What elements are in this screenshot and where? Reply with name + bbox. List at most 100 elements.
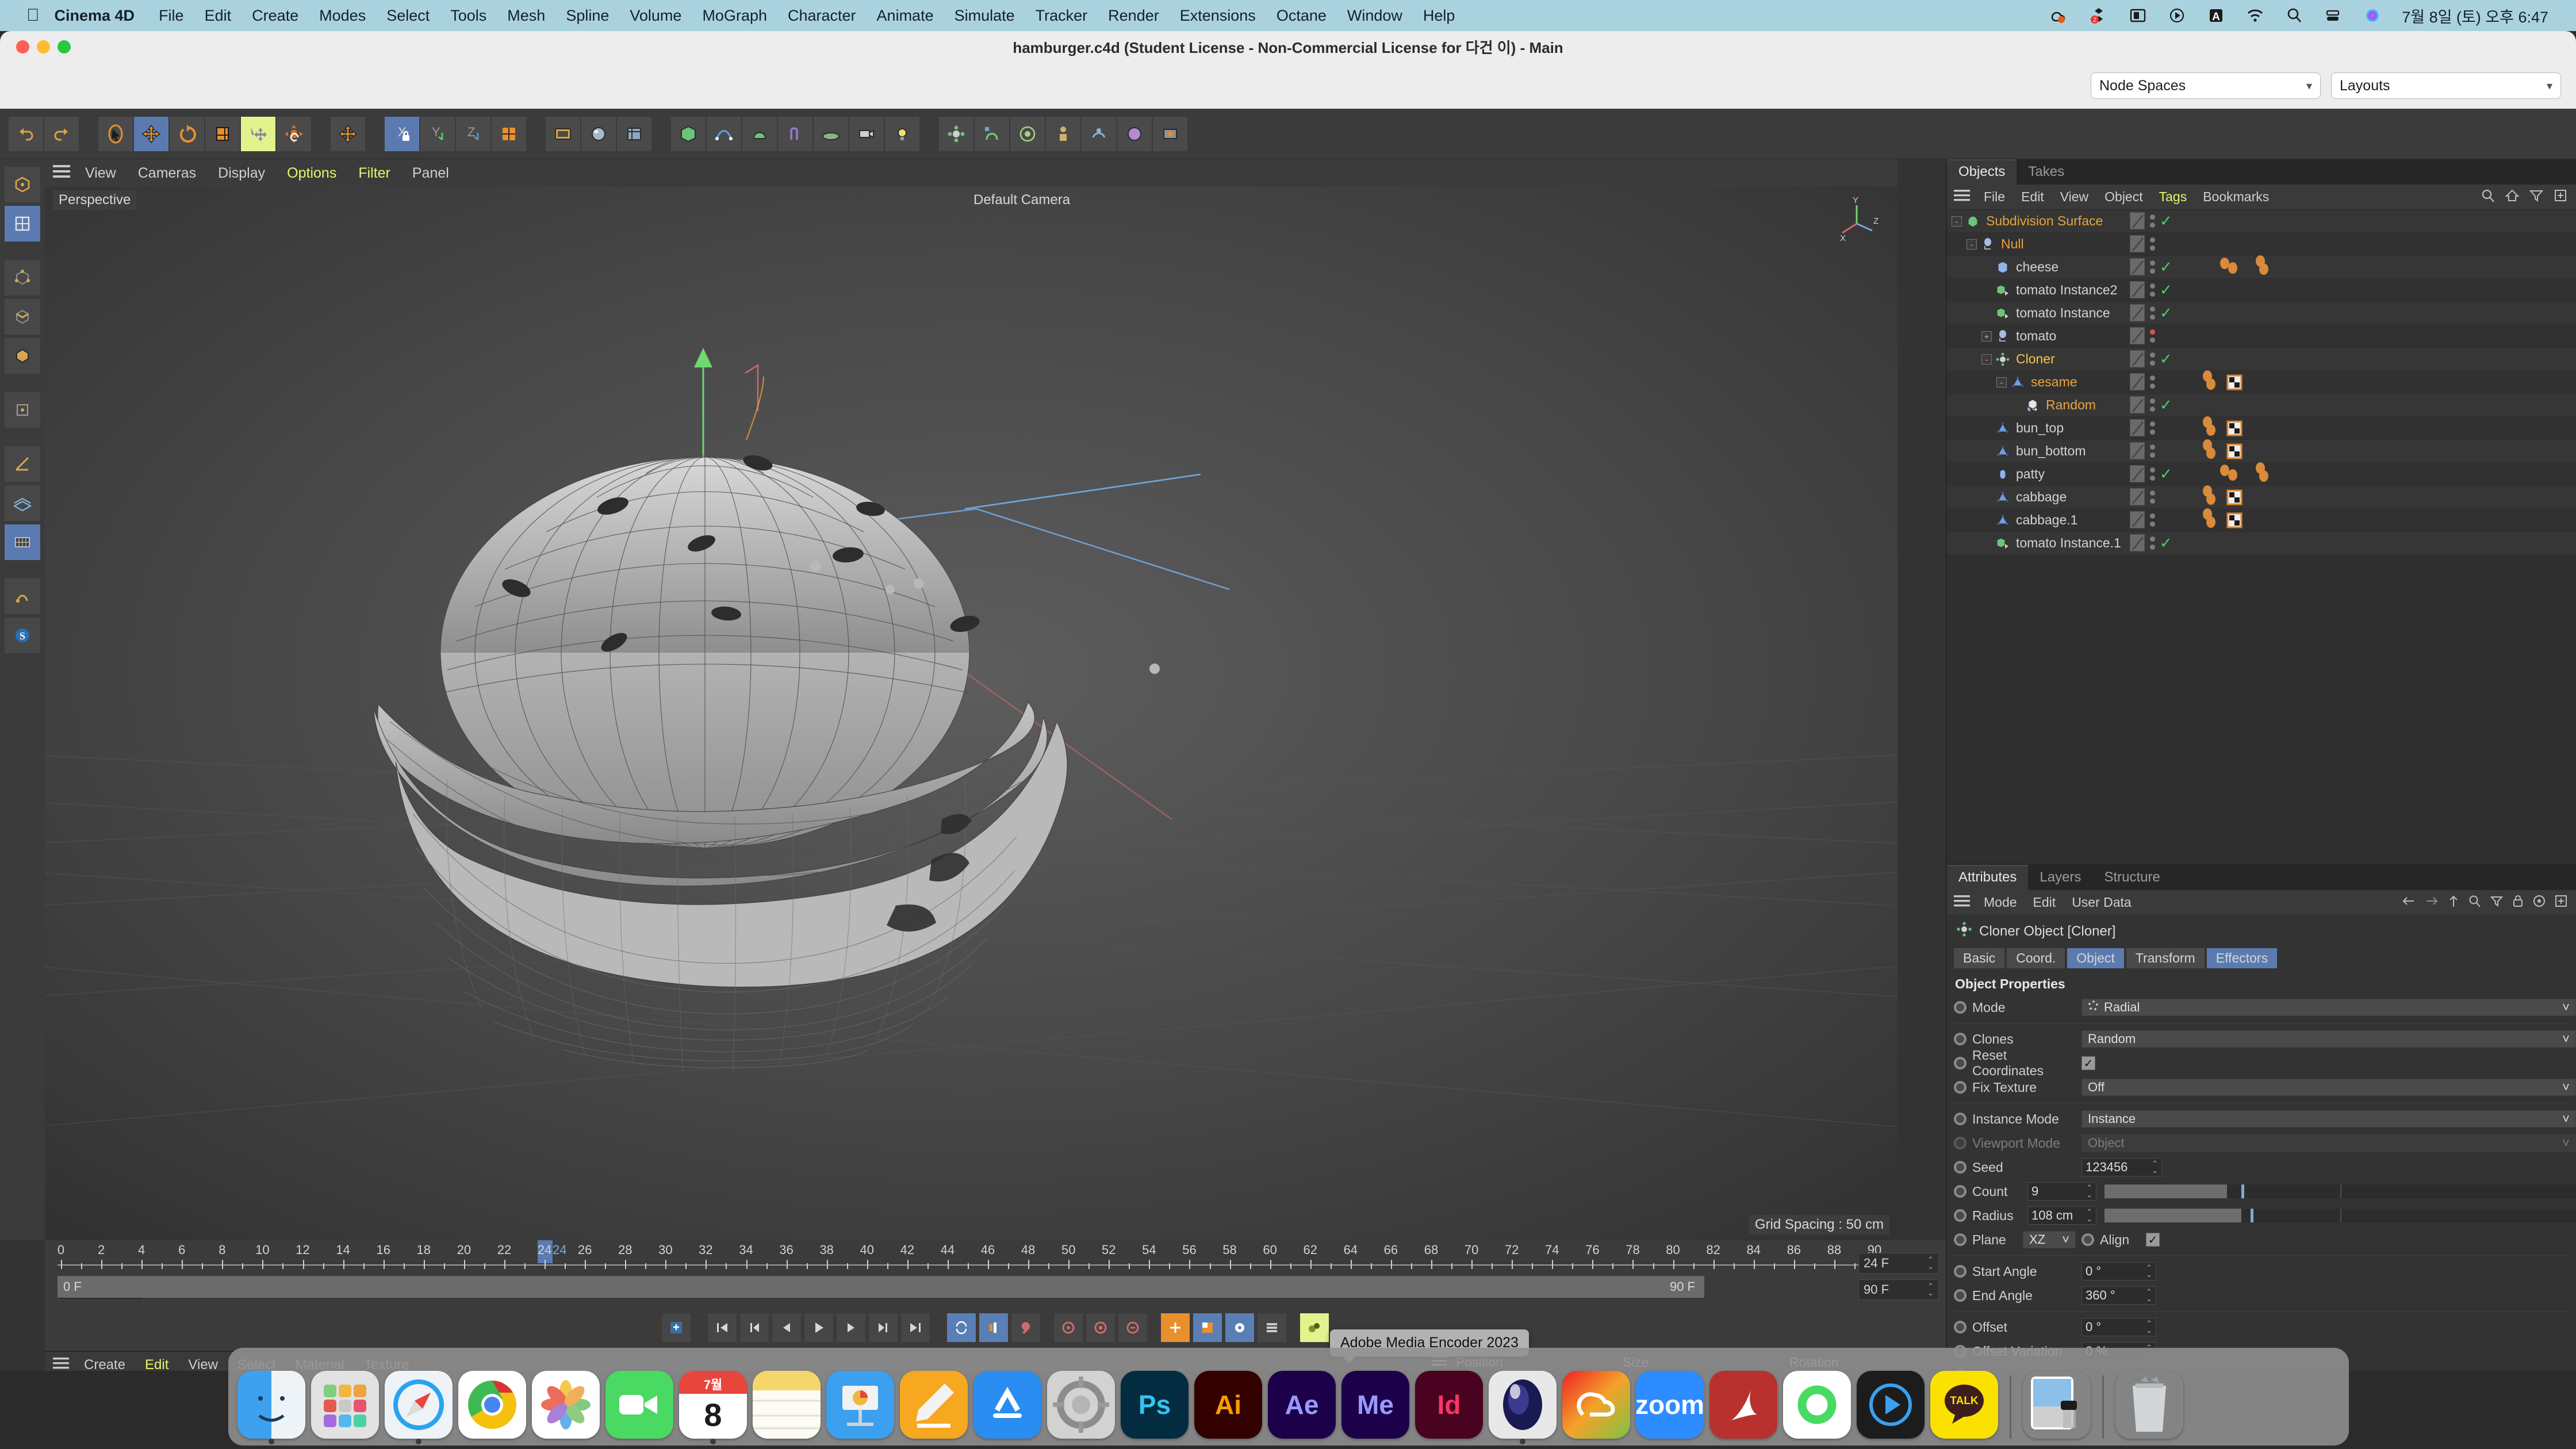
dock-item-finder[interactable] — [237, 1371, 305, 1439]
previous-key-button[interactable] — [739, 1313, 769, 1343]
fix-texture-dropdown[interactable]: Off ˅ — [2082, 1079, 2576, 1096]
filter-icon[interactable] — [2490, 894, 2504, 911]
x-axis-lock-button[interactable]: X — [384, 116, 420, 152]
render-region-button[interactable] — [581, 116, 616, 152]
tag-slot[interactable] — [2130, 327, 2145, 344]
viewport-menu-cameras[interactable]: Cameras — [138, 165, 196, 182]
object-name[interactable]: patty — [2016, 466, 2045, 482]
radius-input[interactable]: 108 cm ⌃ ⌄ — [2027, 1206, 2096, 1225]
attr-tab-coord[interactable]: Coord. — [2007, 948, 2065, 968]
object-tags[interactable] — [2200, 508, 2242, 531]
viewport-menu-icon[interactable] — [53, 164, 72, 183]
menu-character[interactable]: Character — [788, 7, 856, 25]
object-name[interactable]: tomato Instance2 — [2016, 282, 2117, 298]
tag-slot[interactable] — [2130, 396, 2145, 413]
menu-volume[interactable]: Volume — [630, 7, 681, 25]
visibility-dots[interactable] — [2149, 329, 2155, 343]
object-row-controls[interactable] — [2130, 442, 2155, 459]
scale-tool-button[interactable] — [169, 116, 205, 152]
key-scale-button[interactable] — [1086, 1313, 1116, 1343]
animate-dot-icon[interactable] — [1954, 1001, 1966, 1014]
menu-file[interactable]: File — [159, 7, 184, 25]
seed-stepper[interactable]: ⌃ ⌄ — [2152, 1160, 2158, 1174]
visibility-dots[interactable] — [2149, 490, 2155, 504]
property-plane[interactable]: Plane XZ ˅ Align ✓ — [1947, 1228, 2576, 1252]
object-name[interactable]: Random — [2046, 397, 2096, 413]
object-tags[interactable] — [2200, 439, 2242, 462]
object-row[interactable]: Random ✓ — [1947, 394, 2576, 417]
om-menu-bookmarks[interactable]: Bookmarks — [2203, 189, 2269, 205]
up-arrow-icon[interactable] — [2447, 894, 2460, 911]
minimize-window-button[interactable] — [37, 40, 50, 53]
visibility-dots[interactable] — [2149, 444, 2155, 458]
property-radius[interactable]: Radius 108 cm ⌃ ⌄ — [1947, 1203, 2576, 1228]
object-name[interactable]: cabbage.1 — [2016, 512, 2077, 528]
menu-app-name[interactable]: Cinema 4D — [55, 7, 135, 25]
tag-slot[interactable] — [2130, 235, 2145, 252]
animate-dot-icon[interactable] — [1954, 1161, 1966, 1174]
move-axis-button[interactable] — [330, 116, 366, 152]
count-input[interactable]: 9 ⌃ ⌄ — [2027, 1182, 2096, 1201]
parameter-button[interactable] — [1160, 1313, 1190, 1343]
menu-render[interactable]: Render — [1108, 7, 1159, 25]
start-angle-input[interactable]: 0 ° ⌃ ⌄ — [2082, 1262, 2156, 1281]
expand-toggle[interactable]: - — [1981, 354, 1992, 365]
visibility-dots[interactable] — [2149, 513, 2155, 527]
object-tags[interactable] — [2217, 462, 2276, 485]
lock-icon[interactable] — [2512, 894, 2524, 911]
tag-slot[interactable] — [2130, 212, 2145, 229]
dock-item-creative-cloud[interactable] — [1562, 1371, 1630, 1439]
tool-workplane[interactable] — [4, 485, 41, 522]
menu-tools[interactable]: Tools — [450, 7, 486, 25]
am-menu-user-data[interactable]: User Data — [2072, 895, 2132, 910]
character-button[interactable] — [1045, 116, 1081, 152]
clones-dropdown[interactable]: Random ˅ — [2082, 1030, 2576, 1048]
forward-arrow-icon[interactable] — [2424, 895, 2439, 911]
tool-edges-mode[interactable] — [4, 298, 41, 335]
tool-points-mode[interactable] — [4, 259, 41, 296]
generator-button[interactable] — [742, 116, 777, 152]
y-axis-lock-button[interactable]: Y — [420, 116, 455, 152]
object-row-controls[interactable] — [2130, 373, 2155, 390]
object-row[interactable]: bun_top — [1947, 416, 2576, 440]
dock-item-calendar[interactable]: 7월 8 — [679, 1371, 747, 1439]
camera-button[interactable] — [849, 116, 884, 152]
tag-slot[interactable] — [2130, 258, 2145, 275]
enabled-check[interactable]: ✓ — [2160, 351, 2172, 366]
dock-item-safari[interactable] — [385, 1371, 453, 1439]
property-mode[interactable]: Mode Radial ˅ — [1947, 995, 2576, 1019]
property-end-angle[interactable]: End Angle 360 ° ⌃ ⌄ — [1947, 1283, 2576, 1308]
dock-item-app-store[interactable] — [973, 1371, 1041, 1439]
expand-toggle[interactable]: + — [1981, 331, 1992, 342]
object-tree[interactable]: - Subdivision Surface ✓ - Null cheese ✓ tomato … — [1947, 210, 2576, 555]
enabled-check[interactable]: ✓ — [2160, 305, 2172, 320]
tab-objects[interactable]: Objects — [1947, 159, 2017, 185]
property-offset[interactable]: Offset 0 ° ⌃ ⌄ — [1947, 1315, 2576, 1339]
object-name[interactable]: cheese — [2016, 259, 2058, 275]
object-row-controls[interactable]: ✓ — [2130, 396, 2172, 413]
end-frame-stepper[interactable]: ⌃ ⌄ — [1927, 1282, 1934, 1296]
animate-dot-icon[interactable] — [1954, 1185, 1966, 1198]
om-menu-edit[interactable]: Edit — [2021, 189, 2044, 205]
back-arrow-icon[interactable] — [2401, 895, 2416, 911]
control-center-play-icon[interactable] — [2167, 6, 2187, 25]
soft-selection-button[interactable] — [240, 116, 276, 152]
timeline-panel[interactable]: 0 2 4 6 8 10 12 14 16 18 20 22 24 26 28 30 32 34 36 38 40 42 4… — [45, 1240, 1946, 1305]
tag-slot[interactable] — [2130, 442, 2145, 459]
dock-item-onedrive[interactable] — [1783, 1371, 1851, 1439]
attr-tab-transform[interactable]: Transform — [2126, 948, 2205, 968]
om-menu-object[interactable]: Object — [2104, 189, 2142, 205]
redo-button[interactable] — [44, 116, 79, 152]
am-menu-mode[interactable]: Mode — [1984, 895, 2017, 910]
instance-mode-dropdown[interactable]: Instance ˅ — [2082, 1110, 2576, 1128]
object-row-controls[interactable]: ✓ — [2130, 534, 2172, 551]
dock-item-zoom[interactable]: zoom — [1636, 1371, 1704, 1439]
object-row[interactable]: tomato Instance ✓ — [1947, 302, 2576, 325]
object-row[interactable]: - Null — [1947, 233, 2576, 256]
enabled-check[interactable]: ✓ — [2160, 213, 2172, 228]
input-source-a-icon[interactable]: A — [2206, 6, 2226, 25]
visibility-dots[interactable] — [2149, 398, 2155, 412]
tag-slot[interactable] — [2130, 465, 2145, 482]
viewport-menu-display[interactable]: Display — [218, 165, 265, 182]
menu-animate[interactable]: Animate — [877, 7, 934, 25]
